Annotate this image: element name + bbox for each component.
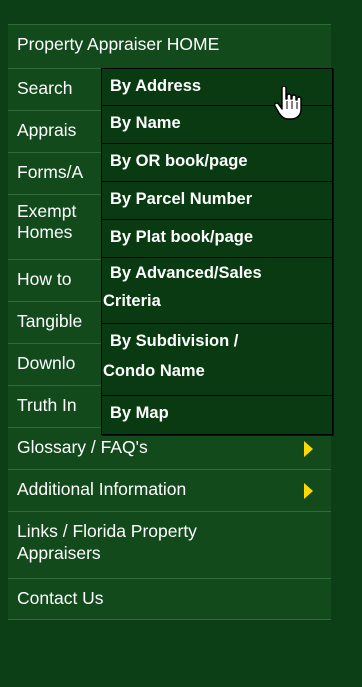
menu-item-label: Glossary / FAQ's (17, 437, 148, 457)
submenu-item-by-subdivision-condo-name[interactable]: By Subdivision / Condo Name (102, 323, 332, 395)
submenu-item-label: By OR book/page (110, 152, 248, 170)
menu-item-label: Links / Florida Property Appraisers (17, 521, 197, 563)
menu-item-links-florida-property-appraisers[interactable]: Links / Florida Property Appraisers (8, 511, 331, 578)
submenu-item-by-parcel-number[interactable]: By Parcel Number (102, 181, 332, 219)
menu-item-label: Property Appraiser HOME (17, 34, 220, 54)
navigation-panel: Property Appraiser HOME Search Apprais F… (0, 0, 362, 687)
submenu-item-label: By Subdivision / (110, 332, 239, 350)
menu-item-label: Contact Us (17, 588, 104, 608)
submenu-item-label: By Map (110, 404, 169, 422)
submenu-item-label-line2: Criteria (103, 292, 161, 310)
submenu-item-by-plat-book-page[interactable]: By Plat book/page (102, 219, 332, 257)
menu-item-additional-information[interactable]: Additional Information (8, 469, 331, 511)
hand-pointer-icon (274, 86, 302, 120)
submenu-item-label: By Plat book/page (110, 228, 254, 246)
menu-item-label: Additional Information (17, 479, 187, 499)
search-submenu: By Address By Name By OR book/page By Pa… (101, 68, 333, 435)
submenu-item-label: By Advanced/Sales (110, 264, 262, 282)
triangle-right-icon (304, 440, 313, 457)
triangle-right-icon (304, 482, 313, 499)
menu-item-contact-us[interactable]: Contact Us (8, 578, 331, 620)
submenu-item-by-map[interactable]: By Map (102, 395, 332, 434)
menu-item-property-appraiser-home[interactable]: Property Appraiser HOME (8, 24, 331, 68)
submenu-item-by-or-book-page[interactable]: By OR book/page (102, 143, 332, 181)
submenu-item-by-advanced-sales-criteria[interactable]: By Advanced/Sales Criteria (102, 257, 332, 323)
submenu-item-label: By Parcel Number (110, 190, 253, 208)
submenu-item-label-line2: Condo Name (103, 362, 205, 380)
